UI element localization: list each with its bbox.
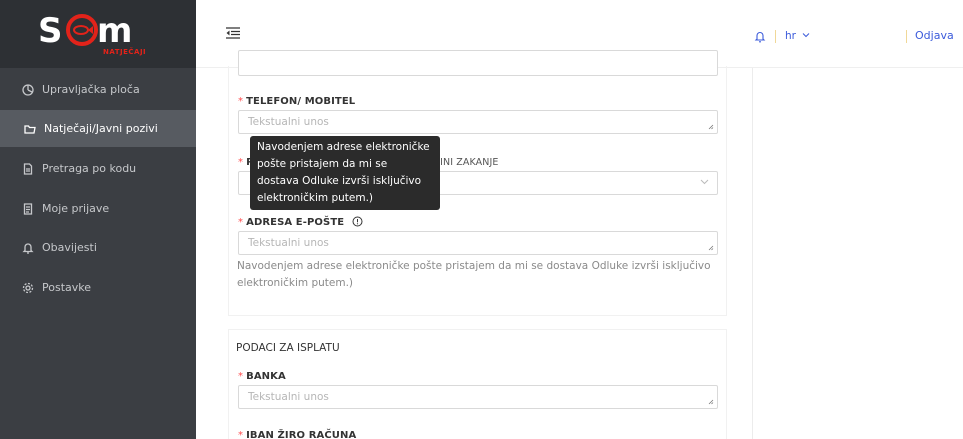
info-icon[interactable] <box>352 216 363 227</box>
email-label: * ADRESA E-POŠTE <box>238 216 363 228</box>
chevron-down-icon <box>802 33 810 38</box>
svg-text:m: m <box>97 11 132 50</box>
sidebar-item-pretraga[interactable]: Pretraga po kodu <box>0 150 196 187</box>
email-input[interactable]: Tekstualni unos <box>238 231 718 255</box>
sidebar-item-moje-prijave[interactable]: Moje prijave <box>0 190 196 227</box>
resize-handle-icon[interactable] <box>708 399 714 405</box>
bell-icon <box>22 242 34 254</box>
required-marker: * <box>238 217 244 228</box>
required-marker: * <box>238 371 244 382</box>
required-marker: * <box>238 157 244 168</box>
document-icon <box>22 162 34 175</box>
banka-label: * BANKA <box>238 371 286 382</box>
banka-input[interactable]: Tekstualni unos <box>238 385 718 409</box>
required-marker: * <box>238 96 244 107</box>
logout-link[interactable]: Odjava <box>915 29 954 42</box>
telefon-input[interactable]: Tekstualni unos <box>238 110 718 134</box>
dashboard-icon <box>22 83 34 96</box>
sidebar-item-label: Natječaji/Javni pozivi <box>44 122 158 135</box>
tooltip: Navodenjem adrese elektroničke pošte pri… <box>250 136 440 210</box>
sidebar-item-label: Upravljačka ploča <box>42 83 140 96</box>
right-panel <box>752 68 963 439</box>
language-value: hr <box>785 30 796 42</box>
svg-text:S: S <box>38 11 63 50</box>
logo-mark: S m <box>38 11 132 50</box>
email-placeholder: Tekstualni unos <box>248 237 329 249</box>
required-marker: * <box>238 430 244 439</box>
notifications-bell-icon[interactable] <box>754 30 766 43</box>
app-root: S m NATJEČAJI Upravljačka ploča Natječaj… <box>0 0 963 439</box>
sidebar-item-label: Moje prijave <box>42 202 110 215</box>
gear-icon <box>22 282 34 294</box>
sidebar-item-dashboard[interactable]: Upravljačka ploča <box>0 71 196 108</box>
iban-label: * IBAN ŽIRO RAČUNA <box>238 430 357 439</box>
folder-icon <box>24 123 36 135</box>
sidebar-item-natjecaji[interactable]: Natječaji/Javni pozivi <box>0 110 196 147</box>
menu-toggle-icon[interactable] <box>226 27 240 39</box>
divider <box>775 30 776 43</box>
file-list-icon <box>22 202 34 215</box>
sidebar-item-label: Pretraga po kodu <box>42 162 137 175</box>
sidebar-item-label: Postavke <box>42 281 92 294</box>
sidebar-item-label: Obavijesti <box>42 241 97 254</box>
payment-section-title: PODACI ZA ISPLATU <box>236 342 340 354</box>
banka-placeholder: Tekstualni unos <box>248 391 329 403</box>
language-select[interactable]: hr <box>785 30 810 42</box>
logo[interactable]: S m NATJEČAJI <box>0 0 196 68</box>
sidebar: S m NATJEČAJI Upravljačka ploča Natječaj… <box>0 0 196 439</box>
logo-tagline: NATJEČAJI <box>103 48 147 56</box>
divider <box>906 30 907 43</box>
telefon-label: * TELEFON/ MOBITEL <box>238 96 356 107</box>
chevron-down-icon <box>700 179 709 185</box>
email-help-text: Navodenjem adrese elektroničke pošte pri… <box>237 260 711 289</box>
sidebar-item-obavijesti[interactable]: Obavijesti <box>0 229 196 266</box>
previous-field-input[interactable] <box>238 50 718 76</box>
resize-handle-icon[interactable] <box>708 245 714 251</box>
resize-handle-icon[interactable] <box>708 124 714 130</box>
telefon-placeholder: Tekstualni unos <box>248 116 329 128</box>
sidebar-item-postavke[interactable]: Postavke <box>0 269 196 306</box>
